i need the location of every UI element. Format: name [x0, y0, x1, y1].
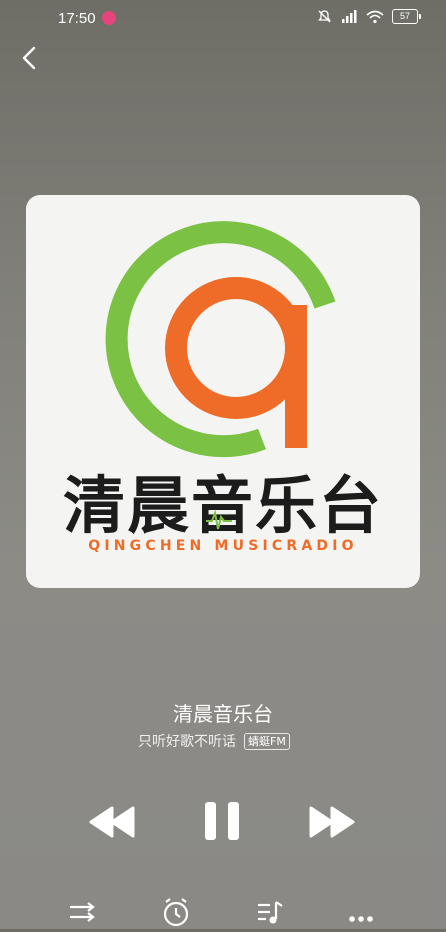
playlist-button[interactable] [256, 900, 284, 930]
more-icon [349, 916, 373, 922]
bottom-toolbar [0, 898, 446, 928]
source-badge: 蜻蜓FM [244, 732, 290, 750]
next-icon [309, 806, 355, 838]
back-button[interactable] [14, 40, 44, 76]
track-subtitle-row: 只听好歌不听话 蜻蜓FM [138, 731, 290, 751]
notification-app-icon [102, 11, 116, 25]
track-subtitle: 只听好歌不听话 [138, 734, 236, 750]
status-bar: 17:50 57 [0, 0, 446, 38]
station-logo: 清晨音乐台 QINGCHEN MUSICRADIO [63, 221, 383, 554]
repeat-icon [70, 902, 95, 922]
status-icons: 57 [317, 9, 421, 24]
logo-brand-cn: 清晨音乐台 [63, 469, 383, 542]
next-button[interactable] [308, 804, 356, 844]
pause-icon [205, 802, 239, 840]
playback-controls [0, 798, 446, 846]
battery-indicator: 57 [392, 9, 421, 24]
previous-icon [89, 806, 135, 838]
album-cover: 清晨音乐台 QINGCHEN MUSICRADIO [26, 195, 420, 588]
previous-button[interactable] [88, 804, 136, 844]
more-button[interactable] [348, 908, 374, 927]
repeat-button[interactable] [68, 901, 98, 927]
playlist-icon [258, 901, 283, 924]
bell-muted-icon [318, 10, 331, 23]
track-title: 清晨音乐台 [173, 702, 273, 726]
back-icon [22, 46, 36, 70]
wifi-icon [366, 10, 384, 23]
alarm-button[interactable] [161, 898, 191, 932]
alarm-icon [163, 898, 189, 927]
pause-button[interactable] [203, 800, 241, 846]
status-time: 17:50 [58, 10, 96, 27]
logo-brand-en: QINGCHEN MUSICRADIO [88, 538, 357, 554]
signal-icon [342, 9, 357, 23]
